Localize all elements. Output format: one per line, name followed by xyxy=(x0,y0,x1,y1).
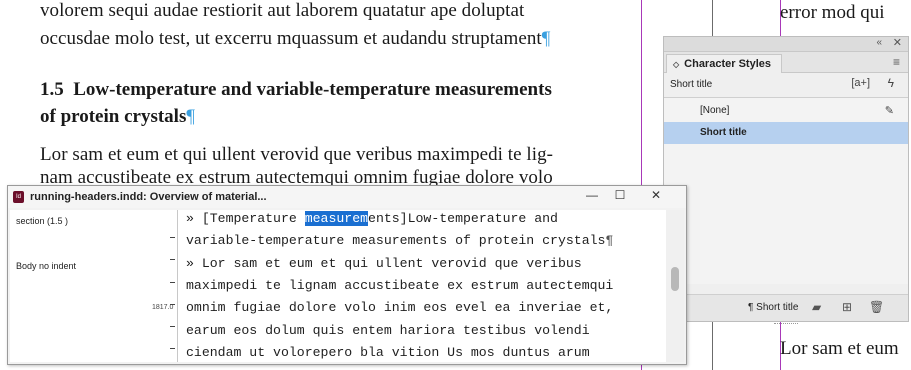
minimize-button[interactable]: — xyxy=(578,186,606,204)
close-button[interactable]: ✕ xyxy=(642,186,670,204)
resize-grip[interactable] xyxy=(774,323,798,327)
body-line-1: Lor sam et eum et qui ullent verovid que… xyxy=(40,144,554,165)
panel-dock-strip: « ✕ xyxy=(664,37,908,52)
vertical-scrollbar[interactable] xyxy=(666,210,684,362)
new-style-icon[interactable]: ⊞ xyxy=(842,300,852,314)
style-item-none[interactable]: [None] ✎ xyxy=(664,100,908,122)
story-line: » [Temperature measurements]Low-temperat… xyxy=(186,211,558,226)
current-style-label: Short title xyxy=(670,79,713,90)
story-line: earum eos dolum quis entem hariora testi… xyxy=(186,323,590,338)
story-text-area[interactable]: » [Temperature measurements]Low-temperat… xyxy=(178,210,666,362)
hamburger-menu-icon[interactable]: ≡ xyxy=(893,55,900,69)
current-style-row: Short title [a+] ϟ xyxy=(664,73,908,97)
double-chevron-icon[interactable]: « xyxy=(876,37,882,48)
intro-line-1: volorem sequi audae restiorit aut labore… xyxy=(40,0,525,21)
applied-style-label: ¶ Short title xyxy=(748,302,799,313)
right-col-line-2: Lor sam et eum xyxy=(780,338,899,359)
info-row-section: section (1.5 ) xyxy=(16,216,69,226)
line-tick xyxy=(170,282,175,283)
close-icon[interactable]: ✕ xyxy=(893,36,902,49)
window-titlebar[interactable]: Id running-headers.indd: Overview of mat… xyxy=(8,186,686,208)
style-item-short-title[interactable]: Short title xyxy=(664,122,908,144)
window-title: running-headers.indd: Overview of materi… xyxy=(30,191,267,203)
text-selection: measurem xyxy=(304,211,369,226)
chevron-updown-icon: ◇ xyxy=(673,60,680,69)
maximize-button[interactable]: ☐ xyxy=(606,186,634,204)
depth-ruler-label: 1817.0 xyxy=(152,304,174,311)
intro-line-2: occusdae molo test, ut excerru mquassum … xyxy=(40,28,551,49)
panel-footer: ¶ Short title ▰ ⊞ 🗑 xyxy=(664,294,908,321)
lightning-icon[interactable]: ϟ xyxy=(888,76,894,90)
section-heading-cont: of protein crystals¶ xyxy=(40,106,195,127)
line-tick xyxy=(170,259,175,260)
line-tick xyxy=(170,326,175,327)
story-editor-window: Id running-headers.indd: Overview of mat… xyxy=(7,185,687,365)
section-heading: 1.5 Low-temperature and variable-tempera… xyxy=(40,79,552,100)
line-tick xyxy=(170,348,175,349)
indesign-app-icon: Id xyxy=(13,191,24,203)
story-line: ciendam ut volorepero bla vition Us mos … xyxy=(186,345,590,360)
line-tick xyxy=(170,237,175,238)
style-list: [None] ✎ Short title xyxy=(664,97,908,284)
story-line: variable-temperature measurements of pro… xyxy=(186,233,614,248)
pen-icon: ✎ xyxy=(884,105,894,117)
scrollbar-thumb[interactable] xyxy=(671,267,679,291)
info-row-body-no-indent: Body no indent xyxy=(16,261,77,271)
panel-tab-bar: ◇ Character Styles ≡ xyxy=(664,52,908,73)
right-col-line-1: error mod qui xyxy=(780,2,885,23)
story-line: maximpedi te lignam accustibeate ex estr… xyxy=(186,278,614,293)
trash-icon[interactable]: 🗑 xyxy=(869,300,884,314)
character-styles-panel: « ✕ ◇ Character Styles ≡ Short title [a+]… xyxy=(663,36,909,324)
story-line: » Lor sam et eum et qui ullent verovid q… xyxy=(186,256,582,271)
story-line: omnim fugiae dolore volo inim eos evel e… xyxy=(186,300,614,315)
new-style-from-selection-button[interactable]: [a+] xyxy=(851,77,870,89)
tab-character-styles[interactable]: ◇ Character Styles xyxy=(666,54,782,73)
folder-icon[interactable]: ▰ xyxy=(812,300,821,314)
style-info-column: section (1.5 ) Body no indent 1817.0 xyxy=(10,210,178,362)
